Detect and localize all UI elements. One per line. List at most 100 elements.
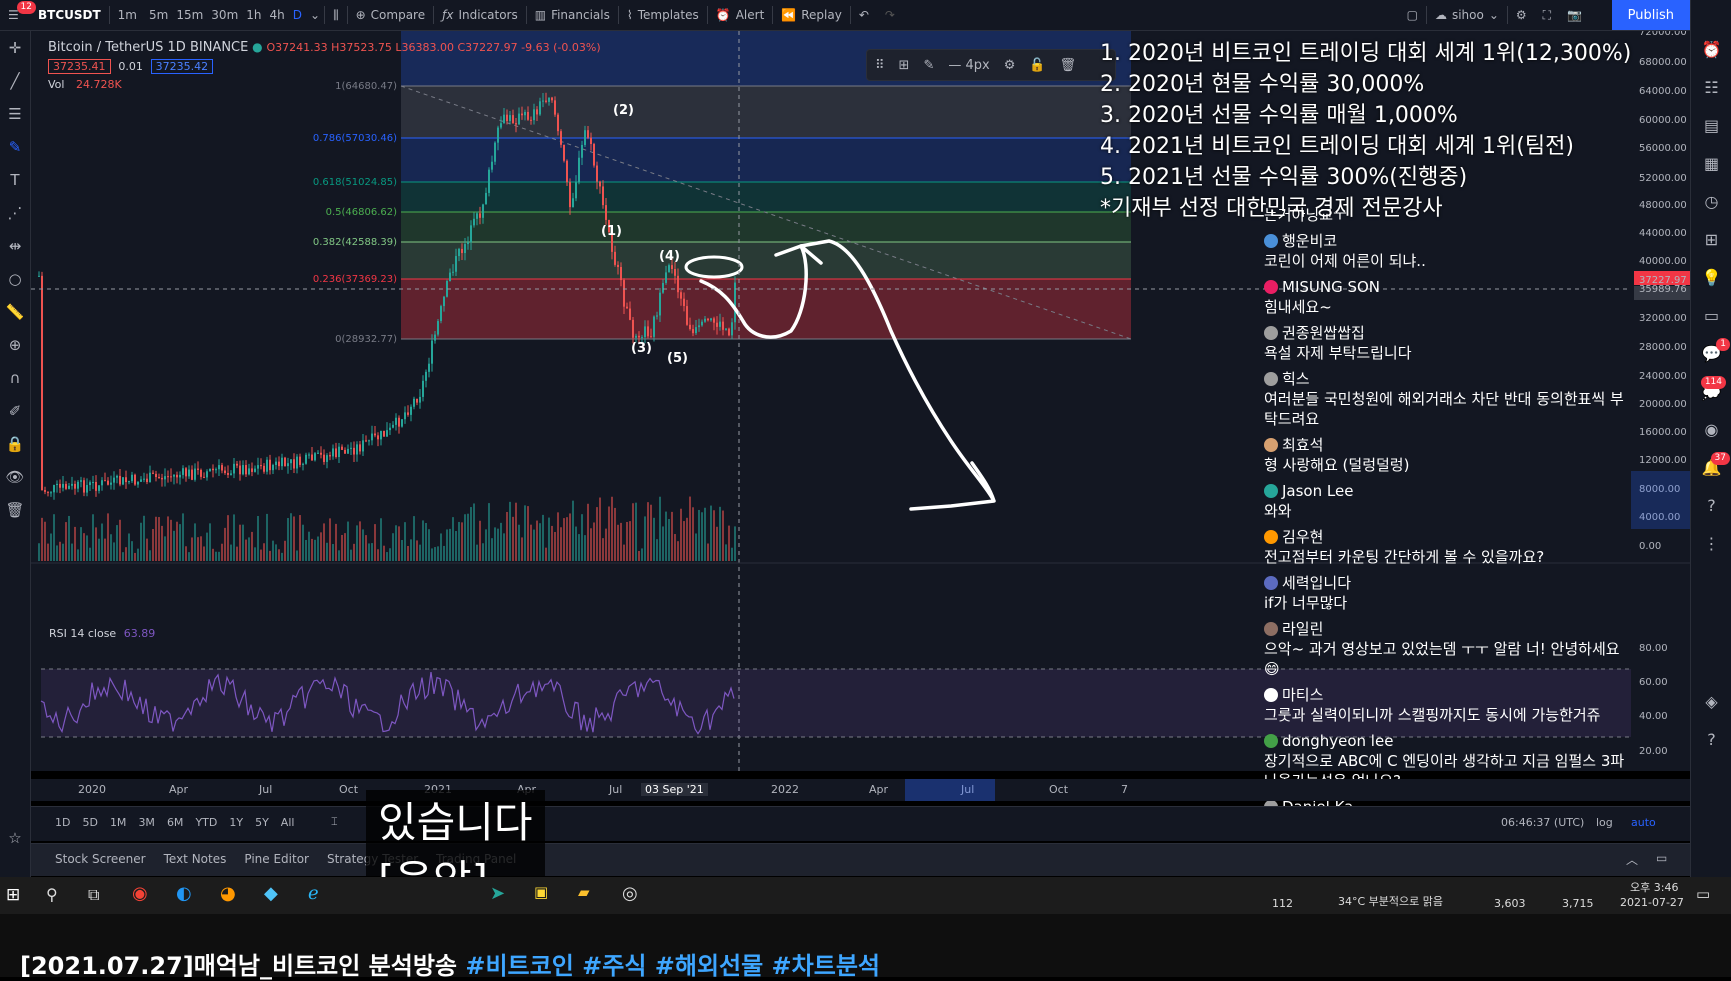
chat-author[interactable]: 권종원쌉쌉집 — [1264, 323, 1634, 343]
interval-d[interactable]: D — [289, 0, 306, 30]
chat-author[interactable]: MISUNG SON — [1264, 277, 1634, 297]
prediction-icon[interactable]: ⇹ — [0, 229, 30, 262]
auto-toggle[interactable]: auto — [1631, 816, 1656, 829]
bid-price[interactable]: 37235.41 — [48, 59, 111, 74]
templates-grid-icon[interactable]: ⊞ — [899, 58, 910, 73]
replay-button[interactable]: ⏪ Replay — [773, 0, 850, 30]
horizontal-lines-icon[interactable]: ☰ — [0, 97, 30, 130]
chat-author[interactable]: 최효석 — [1264, 435, 1634, 455]
pen-color-icon[interactable]: ✎ — [923, 58, 934, 73]
calendar-icon[interactable]: ▦ — [1691, 144, 1731, 182]
range-button[interactable]: 5D — [82, 816, 97, 829]
lock-icon[interactable]: 🔒 — [0, 427, 30, 460]
fullscreen-button[interactable]: ⛶ — [1535, 0, 1559, 30]
edge-icon[interactable]: ◐ — [176, 883, 192, 904]
redo-button[interactable]: ↷ — [877, 0, 903, 30]
chat-author[interactable]: Jason Lee — [1264, 481, 1634, 501]
range-button[interactable]: 5Y — [255, 816, 269, 829]
snapshot-button[interactable]: 📷 — [1559, 0, 1590, 30]
ruler-icon[interactable]: 📏 — [0, 295, 30, 328]
symbol-search[interactable]: BTCUSDT — [30, 0, 109, 30]
kakaotalk-icon[interactable]: ▣ — [534, 883, 548, 901]
alert-button[interactable]: ⏰ Alert — [708, 0, 773, 30]
pattern-icon[interactable]: ⋰ — [0, 196, 30, 229]
obs-icon[interactable]: ◎ — [622, 883, 638, 904]
news-icon[interactable]: ▤ — [1691, 106, 1731, 144]
range-button[interactable]: 1D — [55, 816, 70, 829]
star-icon[interactable]: ☆ — [0, 821, 30, 854]
eye-icon[interactable]: 👁 — [0, 460, 30, 493]
magnet-icon[interactable]: ∩ — [0, 361, 30, 394]
add-icon[interactable] — [1691, 0, 1731, 30]
chevron-up-icon[interactable]: ︿ — [1626, 851, 1638, 868]
chart-type-button[interactable]: ⫼ — [325, 0, 347, 30]
menu-button[interactable]: ☰ 12 — [0, 0, 36, 30]
chevron-down-icon[interactable]: ⌄ — [306, 0, 324, 30]
trash-icon[interactable]: 🗑 — [1060, 58, 1077, 73]
range-button[interactable]: All — [281, 816, 295, 829]
help-icon[interactable]: ? — [1691, 486, 1731, 524]
settings-button[interactable]: ⚙ — [1508, 0, 1535, 30]
range-button[interactable]: YTD — [195, 816, 217, 829]
range-button[interactable]: 1Y — [229, 816, 243, 829]
layers-icon[interactable]: ◈ — [1691, 682, 1731, 720]
chat-icon[interactable]: ▭ — [1691, 296, 1731, 334]
chrome-icon[interactable]: ◉ — [132, 883, 148, 904]
panel-tab[interactable]: Pine Editor — [244, 852, 309, 866]
ask-price[interactable]: 37235.42 — [150, 59, 214, 74]
trend-line-icon[interactable]: ╱ — [0, 64, 30, 97]
interval-4h[interactable]: 4h — [266, 0, 289, 30]
interval-1h[interactable]: 1h — [242, 0, 265, 30]
task-view-icon[interactable]: ⧉ — [88, 885, 99, 905]
apps-icon[interactable]: ⋮ — [1691, 524, 1731, 562]
grid-icon[interactable]: ⊞ — [1691, 220, 1731, 258]
bulb-icon[interactable]: 💡 — [1691, 258, 1731, 296]
clock-date[interactable]: 2021-07-27 — [1620, 896, 1684, 909]
clock-icon[interactable]: ◷ — [1691, 182, 1731, 220]
stream-icon[interactable]: ◉ — [1691, 410, 1731, 448]
crosshair-icon[interactable]: ✛ — [0, 31, 30, 64]
layout-button[interactable]: ▢ — [1399, 0, 1426, 30]
indicators-button[interactable]: ƒx Indicators — [434, 0, 526, 30]
financials-button[interactable]: ▥ Financials — [527, 0, 618, 30]
templates-button[interactable]: ⌇ Templates — [619, 0, 707, 30]
shapes-icon[interactable]: ○ — [0, 262, 30, 295]
brush-icon[interactable]: ✎ — [0, 130, 30, 163]
time-axis[interactable]: 2020AprJulOct2021AprJul03 Sep '212022Apr… — [31, 779, 1690, 801]
chat-author[interactable]: donghyeon lee — [1264, 731, 1634, 751]
ideas-icon[interactable]: 💭 114 — [1691, 372, 1731, 410]
notification-icon[interactable]: ▭ — [1696, 885, 1710, 903]
zoom-icon[interactable]: ⊕ — [0, 328, 30, 361]
bell-icon[interactable]: 🔔 37 — [1691, 448, 1731, 486]
trash-icon[interactable]: 🗑 — [0, 493, 30, 526]
cloud-save-button[interactable]: ☁ sihoo ⌄ — [1427, 0, 1507, 30]
log-toggle[interactable]: log — [1596, 816, 1613, 829]
undo-button[interactable]: ↶ — [851, 0, 877, 30]
video-title[interactable]: [2021.07.27]매억남_비트코인 분석방송 #비트코인 #주식 #해외선… — [20, 946, 880, 981]
telegram-icon[interactable]: ➤ — [490, 883, 505, 904]
bird-app-icon[interactable]: ◆ — [264, 883, 278, 904]
alarm-clock-icon[interactable]: ⏰ — [1691, 30, 1731, 68]
windows-start-icon[interactable]: ⊞ — [6, 885, 20, 905]
video-hashtags[interactable]: #비트코인 #주식 #해외선물 #차트분석 — [465, 952, 880, 980]
maximize-icon[interactable]: ▭ — [1656, 851, 1667, 865]
range-button[interactable]: 3M — [138, 816, 155, 829]
pencil-lock-icon[interactable]: ✐ — [0, 394, 30, 427]
watchlist-icon[interactable]: ☷ — [1691, 68, 1731, 106]
interval-5m[interactable]: 5m — [145, 0, 172, 30]
text-icon[interactable]: T — [0, 163, 30, 196]
chat-author[interactable]: 행운비코 — [1264, 231, 1634, 251]
interval-30m[interactable]: 30m — [207, 0, 242, 30]
chat-author[interactable]: 김우현 — [1264, 527, 1634, 547]
range-button[interactable]: 6M — [167, 816, 184, 829]
weather-label[interactable]: 34°C 부분적으로 맑음 — [1338, 893, 1443, 909]
line-width-button[interactable]: — 4px — [948, 58, 989, 73]
gear-icon[interactable]: ⚙ — [1004, 58, 1016, 73]
unlock-icon[interactable]: 🔓 — [1029, 58, 1045, 73]
chat-author[interactable]: 세력입니다 — [1264, 573, 1634, 593]
sticky-notes-icon[interactable]: ▰ — [578, 883, 590, 901]
ie-icon[interactable]: ℯ — [308, 883, 319, 904]
compare-button[interactable]: ⊕ Compare — [348, 0, 434, 30]
question-icon[interactable]: ? — [1691, 720, 1731, 758]
chat-author[interactable]: 마티스 — [1264, 685, 1634, 705]
